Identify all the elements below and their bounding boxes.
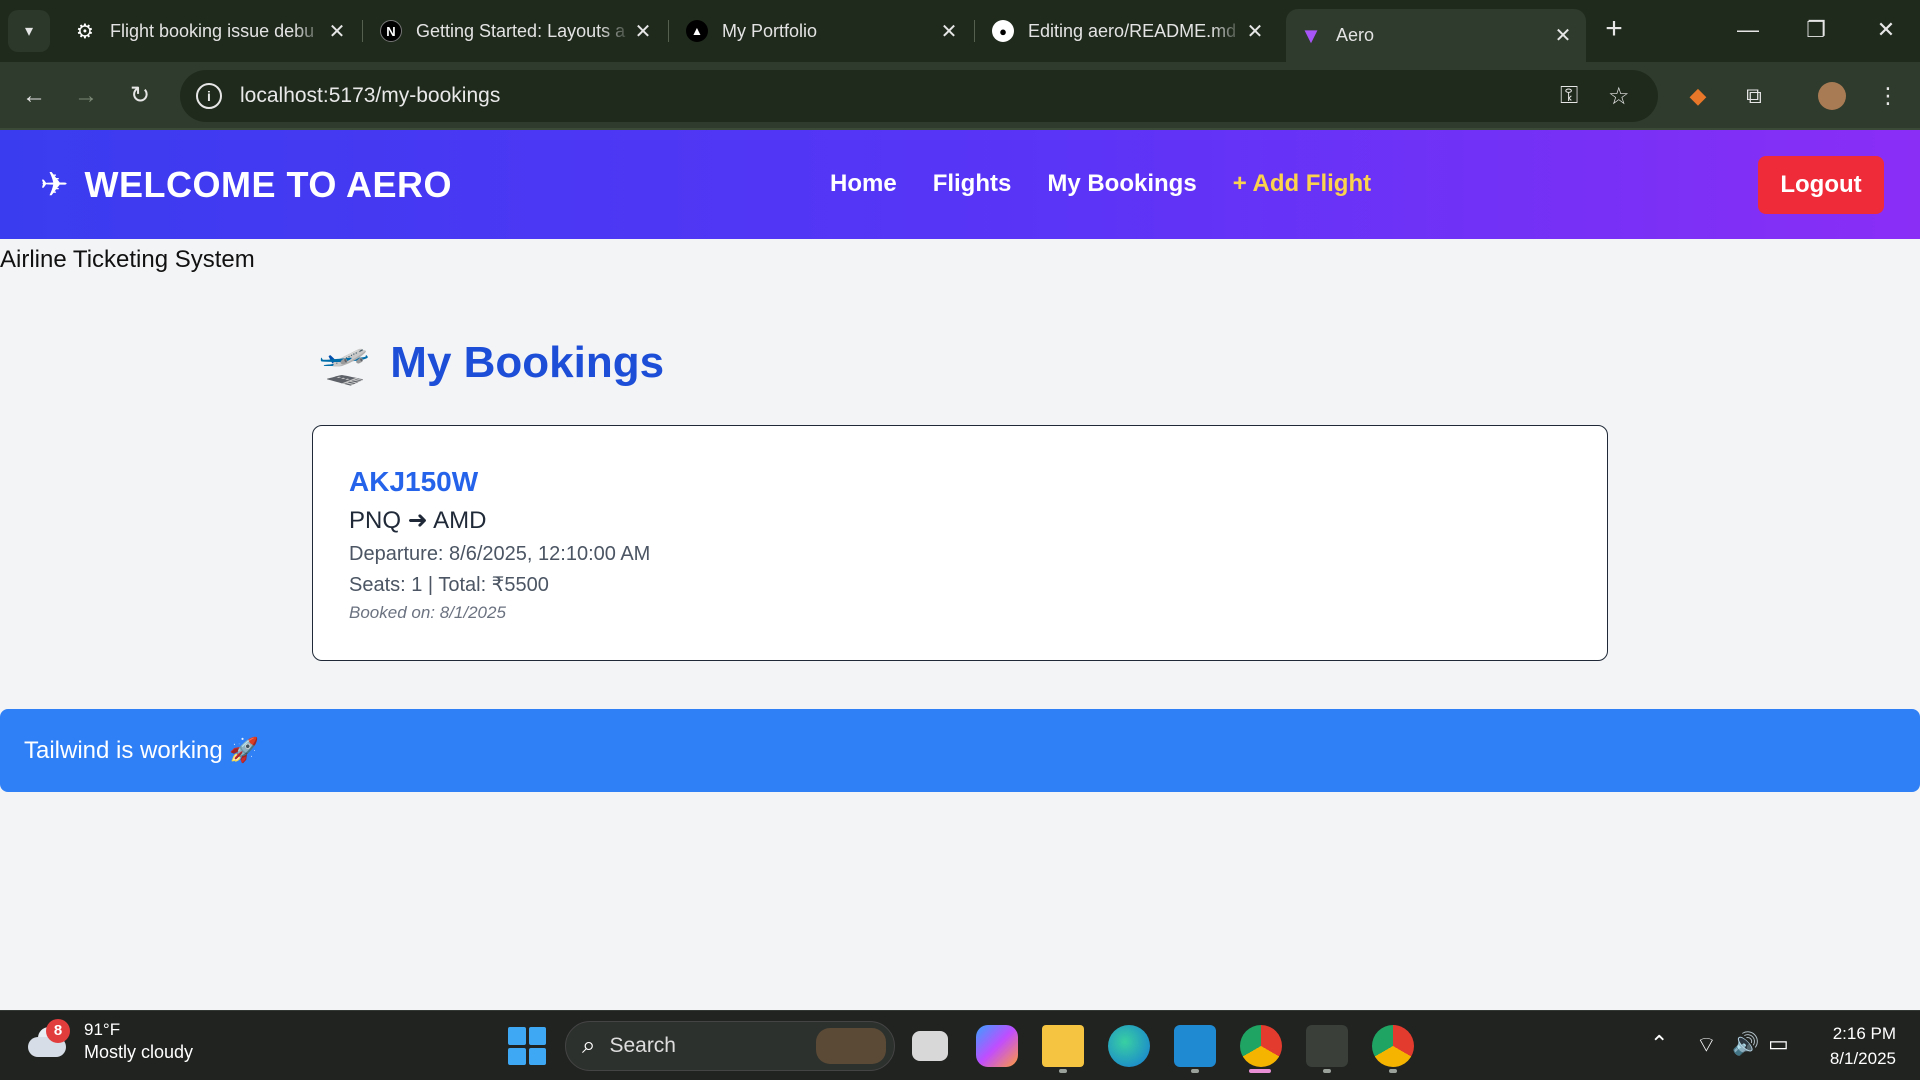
close-icon[interactable]: ✕ [1244,19,1266,44]
tab-divider [974,20,975,42]
tab-my-portfolio[interactable]: ▲ My Portfolio ✕ [672,9,972,53]
page-title-text: My Bookings [390,338,665,387]
metamask-fox-icon[interactable]: ◆ [1680,78,1716,114]
vite-icon: ▼ [1300,22,1322,48]
file-explorer-icon[interactable] [1042,1025,1084,1067]
new-tab-plus-icon[interactable]: + [1598,14,1630,46]
tab-search-chevron-icon[interactable]: ▾ [8,10,50,52]
weather-badge: 8 [46,1019,70,1043]
tab-aero[interactable]: ▼ Aero ✕ [1286,9,1586,62]
minimize-icon[interactable]: — [1728,12,1768,48]
app-indicator [1191,1069,1199,1073]
tab-title: Getting Started: Layouts a [416,20,626,41]
wifi-icon[interactable]: ⌔ [1696,1031,1717,1059]
tab-getting-started[interactable]: N Getting Started: Layouts a ✕ [366,9,666,53]
brand-title: WELCOME TO AERO [84,164,452,205]
logout-button[interactable]: Logout [1758,156,1884,214]
bookmark-star-icon[interactable]: ☆ [1608,82,1630,111]
task-view-icon[interactable] [912,1031,948,1061]
app-subtitle: Airline Ticketing System [0,246,255,273]
close-window-icon[interactable]: ✕ [1866,12,1906,48]
app-indicator-active [1249,1069,1271,1073]
tab-divider [362,20,363,42]
app-indicator [1059,1069,1067,1073]
airplane-departure-icon: 🛫 [318,338,371,386]
clock-date: 8/1/2025 [1829,1049,1896,1068]
cloud-icon: 8 [24,1019,70,1061]
clock-time: 2:16 PM [1832,1024,1896,1043]
nextjs-icon: N [380,20,402,42]
copilot-icon[interactable] [976,1025,1018,1067]
windows-start-icon[interactable] [508,1027,546,1065]
tab-editing-readme[interactable]: ● Editing aero/README.md ✕ [978,9,1278,53]
app-indicator [1323,1069,1331,1073]
tray-chevron-up-icon[interactable]: ⌃ [1650,1031,1668,1057]
search-placeholder: Search [609,1034,676,1057]
brand[interactable]: ✈ WELCOME TO AERO [40,164,452,206]
address-bar[interactable]: i localhost:5173/my-bookings ⚿ ☆ [180,70,1658,122]
weather-widget[interactable]: 8 91°F Mostly cloudy [24,1019,193,1063]
app-navbar: ✈ WELCOME TO AERO Home Flights My Bookin… [0,130,1920,239]
app-indicator [1389,1069,1397,1073]
flight-route: PNQ ➜ AMD [349,507,487,534]
browser-tab-bar: ▾ ⚙ Flight booking issue debu ✕ N Gettin… [0,0,1920,62]
system-clock[interactable]: 2:16 PM 8/1/2025 [1812,1021,1896,1071]
departure-time: Departure: 8/6/2025, 12:10:00 AM [349,543,651,565]
page-title: 🛫 My Bookings [318,338,664,388]
volume-icon[interactable]: 🔊 [1732,1031,1759,1057]
booked-on: Booked on: 8/1/2025 [349,603,506,622]
extensions-puzzle-icon[interactable]: ⧉ [1736,78,1772,114]
search-highlight-image [816,1028,886,1064]
airplane-icon: ✈ [40,166,69,204]
nav-my-bookings-link[interactable]: My Bookings [1047,170,1196,198]
tab-divider [668,20,669,42]
nav-add-flight-link[interactable]: + Add Flight [1233,170,1371,198]
chrome-profile-icon[interactable] [1372,1025,1414,1067]
taskbar-search[interactable]: ⌕ Search [565,1021,895,1071]
tab-flight-booking[interactable]: ⚙ Flight booking issue debu ✕ [60,9,360,53]
nav-home-link[interactable]: Home [830,170,897,198]
chrome-icon[interactable] [1240,1025,1282,1067]
password-key-icon[interactable]: ⚿ [1560,82,1578,110]
restore-icon[interactable]: ❐ [1796,12,1836,48]
weather-temp: 91°F [84,1020,121,1039]
battery-icon[interactable]: ▭ [1768,1031,1789,1057]
openai-icon: ⚙ [76,20,94,43]
site-info-icon[interactable]: i [196,83,222,109]
vscode-icon[interactable] [1174,1025,1216,1067]
github-icon: ● [992,20,1014,42]
tailwind-banner: Tailwind is working 🚀 [0,709,1920,792]
tab-title: Editing aero/README.md [1028,20,1237,41]
booking-card: AKJ150W PNQ ➜ AMD Departure: 8/6/2025, 1… [312,425,1608,661]
windows-taskbar: 8 91°F Mostly cloudy ⌕ Search ⌃ ⌔ 🔊 ▭ 2:… [0,1010,1920,1080]
close-icon[interactable]: ✕ [938,19,960,44]
close-icon[interactable]: ✕ [326,19,348,44]
url-text[interactable]: localhost:5173/my-bookings [240,84,500,108]
triangle-icon: ▲ [686,20,708,42]
main-nav: Home Flights My Bookings + Add Flight [830,170,1371,198]
nav-flights-link[interactable]: Flights [933,170,1012,198]
reload-icon[interactable]: ↻ [122,78,158,114]
weather-condition: Mostly cloudy [84,1042,194,1062]
forward-arrow-icon[interactable]: → [68,78,104,114]
seats-total: Seats: 1 | Total: ₹5500 [349,574,549,596]
browser-toolbar: ← → ↻ i localhost:5173/my-bookings ⚿ ☆ ◆… [0,62,1920,130]
page-viewport: ✈ WELCOME TO AERO Home Flights My Bookin… [0,130,1920,1010]
tab-title: My Portfolio [722,20,818,41]
flight-code: AKJ150W [349,466,479,497]
close-icon[interactable]: ✕ [1552,23,1574,48]
back-arrow-icon[interactable]: ← [16,78,52,114]
tab-title: Flight booking issue debu [110,20,315,41]
git-tool-icon[interactable] [1306,1025,1348,1067]
profile-avatar[interactable] [1814,78,1850,114]
chrome-menu-icon[interactable]: ⋮ [1870,78,1906,114]
search-icon: ⌕ [582,1032,596,1059]
close-icon[interactable]: ✕ [632,19,654,44]
edge-icon[interactable] [1108,1025,1150,1067]
tab-title: Aero [1336,25,1375,45]
